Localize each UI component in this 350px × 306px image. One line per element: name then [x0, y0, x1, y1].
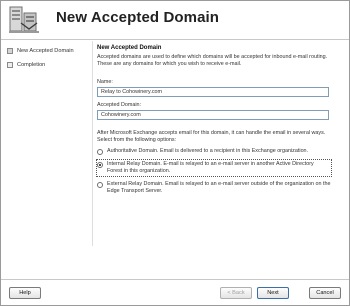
- handling-description: After Microsoft Exchange accepts email f…: [97, 130, 326, 143]
- option-label: External Relay Domain. Email is relayed …: [107, 181, 331, 194]
- section-title: New Accepted Domain: [97, 45, 162, 51]
- exchange-wizard-icon: [7, 5, 41, 35]
- back-button[interactable]: < Back: [220, 287, 252, 299]
- radio-button[interactable]: [97, 149, 103, 155]
- wizard-title: New Accepted Domain: [56, 9, 220, 26]
- footer-divider: [1, 279, 349, 280]
- wizard-header: New Accepted Domain: [1, 1, 349, 39]
- step-new-accepted-domain[interactable]: New Accepted Domain: [7, 46, 91, 56]
- help-button[interactable]: Help: [9, 287, 41, 299]
- header-divider: [1, 39, 349, 40]
- step-completion[interactable]: Completion: [7, 60, 91, 70]
- main-content: New Accepted Domain Accepted domains are…: [96, 45, 341, 195]
- next-button[interactable]: Next: [257, 287, 289, 299]
- accepted-domain-label: Accepted Domain:: [97, 102, 142, 108]
- step-indicator-icon: [7, 48, 13, 54]
- radio-button[interactable]: [97, 182, 103, 188]
- step-indicator-icon: [7, 62, 13, 68]
- step-label: Completion: [17, 62, 46, 68]
- section-description: Accepted domains are used to define whic…: [97, 54, 328, 67]
- wizard-window: New Accepted Domain New Accepted Domain …: [0, 0, 350, 306]
- nav-divider: [92, 41, 93, 246]
- wizard-steps: New Accepted Domain Completion: [7, 46, 91, 74]
- option-label: Internal Relay Domain. E-mail is relayed…: [107, 161, 314, 174]
- name-field[interactable]: [97, 87, 329, 97]
- name-label: Name:: [97, 79, 113, 85]
- option-label: Authoritative Domain. Email is delivered…: [107, 148, 309, 154]
- accepted-domain-field[interactable]: [97, 110, 329, 120]
- cancel-button[interactable]: Cancel: [309, 287, 341, 299]
- step-label: New Accepted Domain: [17, 48, 74, 54]
- option-external-relay-domain[interactable]: External Relay Domain. Email is relayed …: [97, 181, 333, 195]
- radio-button-selected[interactable]: [97, 162, 103, 168]
- option-authoritative-domain[interactable]: Authoritative Domain. Email is delivered…: [97, 148, 333, 155]
- option-internal-relay-domain[interactable]: Internal Relay Domain. E-mail is relayed…: [96, 159, 332, 177]
